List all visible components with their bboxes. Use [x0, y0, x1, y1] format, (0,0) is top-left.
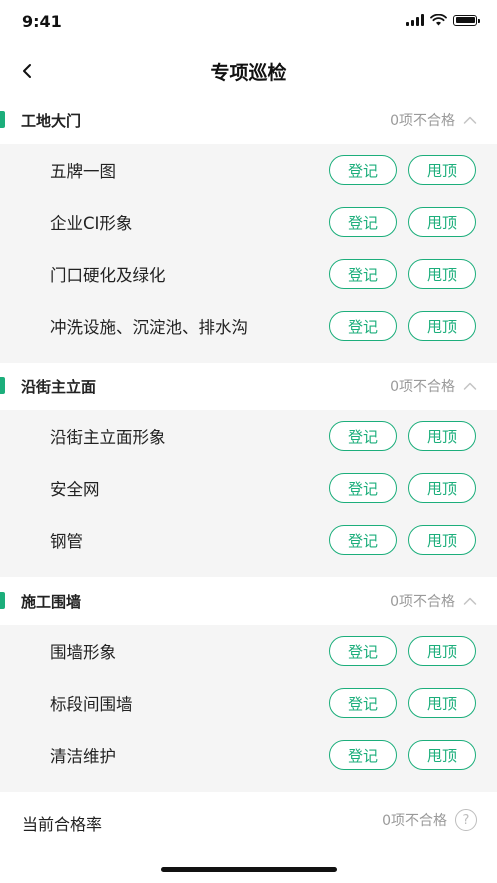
section-accent-bar: [0, 111, 5, 128]
section-status-text: 0项不合格: [390, 113, 455, 129]
section: 工地大门 0项不合格 五牌一图 登记 甩顶 企业CI形象 登记 甩顶 门口硬化及绿化 登记 甩顶 冲洗…: [0, 98, 497, 363]
item-label: 标段间围墙: [50, 695, 133, 714]
section-status-text: 0项不合格: [390, 594, 455, 610]
list-item: 围墙形象 登记 甩顶: [0, 625, 497, 677]
item-label: 清洁维护: [50, 747, 116, 766]
section-body: 沿街主立面形象 登记 甩顶 安全网 登记 甩顶 钢管 登记 甩顶: [0, 410, 497, 577]
item-label: 沿街主立面形象: [50, 428, 166, 447]
reject-button[interactable]: 甩顶: [408, 636, 476, 666]
item-label: 五牌一图: [50, 162, 116, 181]
item-label: 钢管: [50, 532, 83, 551]
list-item: 清洁维护 登记 甩顶: [0, 729, 497, 781]
home-indicator: [161, 867, 337, 872]
help-icon[interactable]: ?: [455, 809, 477, 831]
list-item: 钢管 登记 甩顶: [0, 514, 497, 566]
section-status-text: 0项不合格: [390, 379, 455, 395]
register-button[interactable]: 登记: [329, 740, 397, 770]
reject-button[interactable]: 甩顶: [408, 311, 476, 341]
reject-button[interactable]: 甩顶: [408, 207, 476, 237]
section: 沿街主立面 0项不合格 沿街主立面形象 登记 甩顶 安全网 登记 甩顶 钢管 登记 甩顶: [0, 364, 497, 577]
nav-bar: 专项巡检: [0, 48, 497, 98]
status-icons: [406, 14, 480, 26]
register-button[interactable]: 登记: [329, 688, 397, 718]
page-title: 专项巡检: [210, 62, 287, 84]
list-item: 沿街主立面形象 登记 甩顶: [0, 410, 497, 462]
section-status: 0项不合格: [390, 110, 477, 130]
reject-button[interactable]: 甩顶: [408, 259, 476, 289]
status-time: 9:41: [22, 12, 62, 31]
summary-status-text: 0项不合格: [382, 813, 447, 829]
register-button[interactable]: 登记: [329, 207, 397, 237]
item-label: 围墙形象: [50, 643, 116, 662]
list-item: 企业CI形象 登记 甩顶: [0, 196, 497, 248]
section-accent-bar: [0, 592, 5, 609]
section-accent-bar: [0, 377, 5, 394]
register-button[interactable]: 登记: [329, 525, 397, 555]
reject-button[interactable]: 甩顶: [408, 473, 476, 503]
chevron-up-icon[interactable]: [463, 596, 477, 606]
summary-label: 当前合格率: [22, 815, 103, 834]
reject-button[interactable]: 甩顶: [408, 155, 476, 185]
chevron-up-icon[interactable]: [463, 381, 477, 391]
signal-icon: [406, 14, 424, 26]
chevron-up-icon[interactable]: [463, 115, 477, 125]
section-header[interactable]: 工地大门 0项不合格: [0, 98, 497, 144]
section-title: 沿街主立面: [21, 378, 97, 396]
reject-button[interactable]: 甩顶: [408, 740, 476, 770]
section: 施工围墙 0项不合格 围墙形象 登记 甩顶 标段间围墙 登记 甩顶 清洁维护 登记 甩顶: [0, 579, 497, 792]
register-button[interactable]: 登记: [329, 636, 397, 666]
wifi-icon: [430, 14, 447, 26]
item-label: 门口硬化及绿化: [50, 266, 166, 285]
summary-row: 当前合格率 0项不合格 ?: [0, 795, 497, 847]
list-item: 五牌一图 登记 甩顶: [0, 144, 497, 196]
reject-button[interactable]: 甩顶: [408, 421, 476, 451]
section-title: 施工围墙: [21, 593, 82, 611]
list-item: 冲洗设施、沉淀池、排水沟 登记 甩顶: [0, 300, 497, 352]
item-label: 安全网: [50, 480, 100, 499]
register-button[interactable]: 登记: [329, 473, 397, 503]
item-label: 冲洗设施、沉淀池、排水沟: [50, 318, 248, 337]
section-status: 0项不合格: [390, 376, 477, 396]
register-button[interactable]: 登记: [329, 421, 397, 451]
section-header[interactable]: 沿街主立面 0项不合格: [0, 364, 497, 410]
section-title: 工地大门: [21, 112, 82, 130]
list-item: 安全网 登记 甩顶: [0, 462, 497, 514]
reject-button[interactable]: 甩顶: [408, 525, 476, 555]
list-item: 标段间围墙 登记 甩顶: [0, 677, 497, 729]
section-status: 0项不合格: [390, 591, 477, 611]
status-bar: 9:41: [0, 0, 497, 48]
summary-status: 0项不合格 ?: [382, 809, 477, 831]
item-label: 企业CI形象: [50, 214, 133, 233]
list-item: 门口硬化及绿化 登记 甩顶: [0, 248, 497, 300]
section-body: 五牌一图 登记 甩顶 企业CI形象 登记 甩顶 门口硬化及绿化 登记 甩顶 冲洗设施、沉淀池、排水…: [0, 144, 497, 363]
register-button[interactable]: 登记: [329, 259, 397, 289]
reject-button[interactable]: 甩顶: [408, 688, 476, 718]
register-button[interactable]: 登记: [329, 311, 397, 341]
battery-icon: [453, 14, 480, 26]
register-button[interactable]: 登记: [329, 155, 397, 185]
section-body: 围墙形象 登记 甩顶 标段间围墙 登记 甩顶 清洁维护 登记 甩顶: [0, 625, 497, 792]
section-header[interactable]: 施工围墙 0项不合格: [0, 579, 497, 625]
